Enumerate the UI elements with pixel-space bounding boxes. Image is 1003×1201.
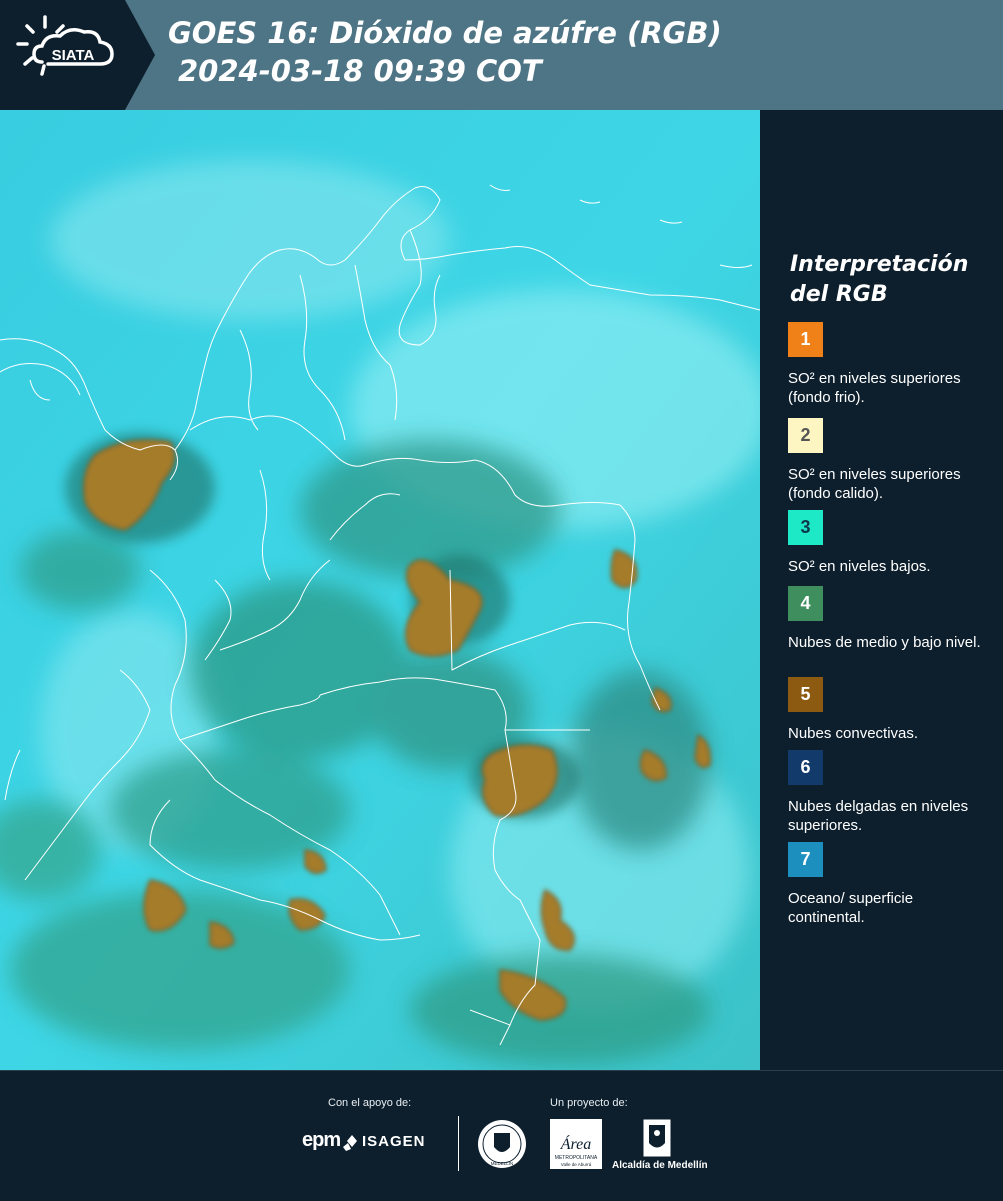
svg-text:Área: Área — [560, 1134, 592, 1153]
svg-text:Valle de Aburrá: Valle de Aburrá — [561, 1162, 592, 1167]
legend-text-6: Nubes delgadas en niveles superiores. — [788, 798, 969, 834]
page-title: GOES 16: Dióxido de azúfre (RGB) 2024-03… — [168, 14, 722, 90]
alcaldia-shield-icon — [643, 1119, 671, 1157]
title-line-2: 2024-03-18 09:39 COT — [178, 54, 542, 88]
legend-swatch-6: 6 — [788, 750, 823, 785]
svg-text:SIATA: SIATA — [52, 47, 95, 64]
support-label: Con el apoyo de: — [328, 1097, 412, 1109]
legend-item-3: 3 SO² en niveles bajos. — [788, 510, 993, 576]
legend-panel: Interpretación del RGB 1 SO² en niveles … — [760, 110, 1003, 1070]
legend-item-2: 2 SO² en niveles superiores (fondo calid… — [788, 418, 993, 503]
alcaldia-label[interactable]: Alcaldía de Medellín — [612, 1160, 708, 1171]
legend-swatch-4: 4 — [788, 586, 823, 621]
isagen-icon — [343, 1135, 357, 1151]
isagen-logo[interactable]: ISAGEN — [362, 1133, 426, 1150]
svg-text:MEDELLÍN: MEDELLÍN — [491, 1160, 514, 1166]
legend-swatch-5: 5 — [788, 677, 823, 712]
footer-divider — [458, 1116, 459, 1171]
legend-swatch-7: 7 — [788, 842, 823, 877]
medellin-seal-icon[interactable]: MEDELLÍN — [477, 1119, 527, 1169]
legend-swatch-1: 1 — [788, 322, 823, 357]
legend-text-2: SO² en niveles superiores (fondo calido)… — [788, 466, 961, 502]
legend-title: Interpretación del RGB — [790, 252, 969, 307]
legend-text-1: SO² en niveles superiores (fondo frio). — [788, 370, 961, 406]
legend-text-5: Nubes convectivas. — [788, 725, 919, 742]
legend-swatch-2: 2 — [788, 418, 823, 453]
project-label: Un proyecto de: — [550, 1097, 628, 1109]
legend-text-4: Nubes de medio y bajo nivel. — [788, 634, 981, 651]
satellite-map[interactable] — [0, 110, 760, 1070]
epm-logo[interactable]: epm — [302, 1129, 341, 1152]
title-line-1: GOES 16: Dióxido de azúfre (RGB) — [168, 16, 722, 50]
legend-item-5: 5 Nubes convectivas. — [788, 677, 993, 743]
header: SIATA GOES 16: Dióxido de azúfre (RGB) 2… — [0, 0, 1003, 110]
legend-item-6: 6 Nubes delgadas en niveles superiores. — [788, 750, 993, 835]
legend-item-1: 1 SO² en niveles superiores (fondo frio)… — [788, 322, 993, 407]
area-metropolitana-logo[interactable]: Área METROPOLITANA Valle de Aburrá — [550, 1119, 602, 1169]
legend-item-4: 4 Nubes de medio y bajo nivel. — [788, 586, 993, 652]
legend-swatch-3: 3 — [788, 510, 823, 545]
legend-text-7: Oceano/ superficie continental. — [788, 890, 914, 926]
legend-item-7: 7 Oceano/ superficie continental. — [788, 842, 993, 927]
siata-logo[interactable]: SIATA — [0, 0, 155, 110]
svg-text:METROPOLITANA: METROPOLITANA — [555, 1155, 598, 1161]
footer: Con el apoyo de: Un proyecto de: epm ISA… — [0, 1070, 1003, 1201]
legend-text-3: SO² en niveles bajos. — [788, 558, 931, 575]
